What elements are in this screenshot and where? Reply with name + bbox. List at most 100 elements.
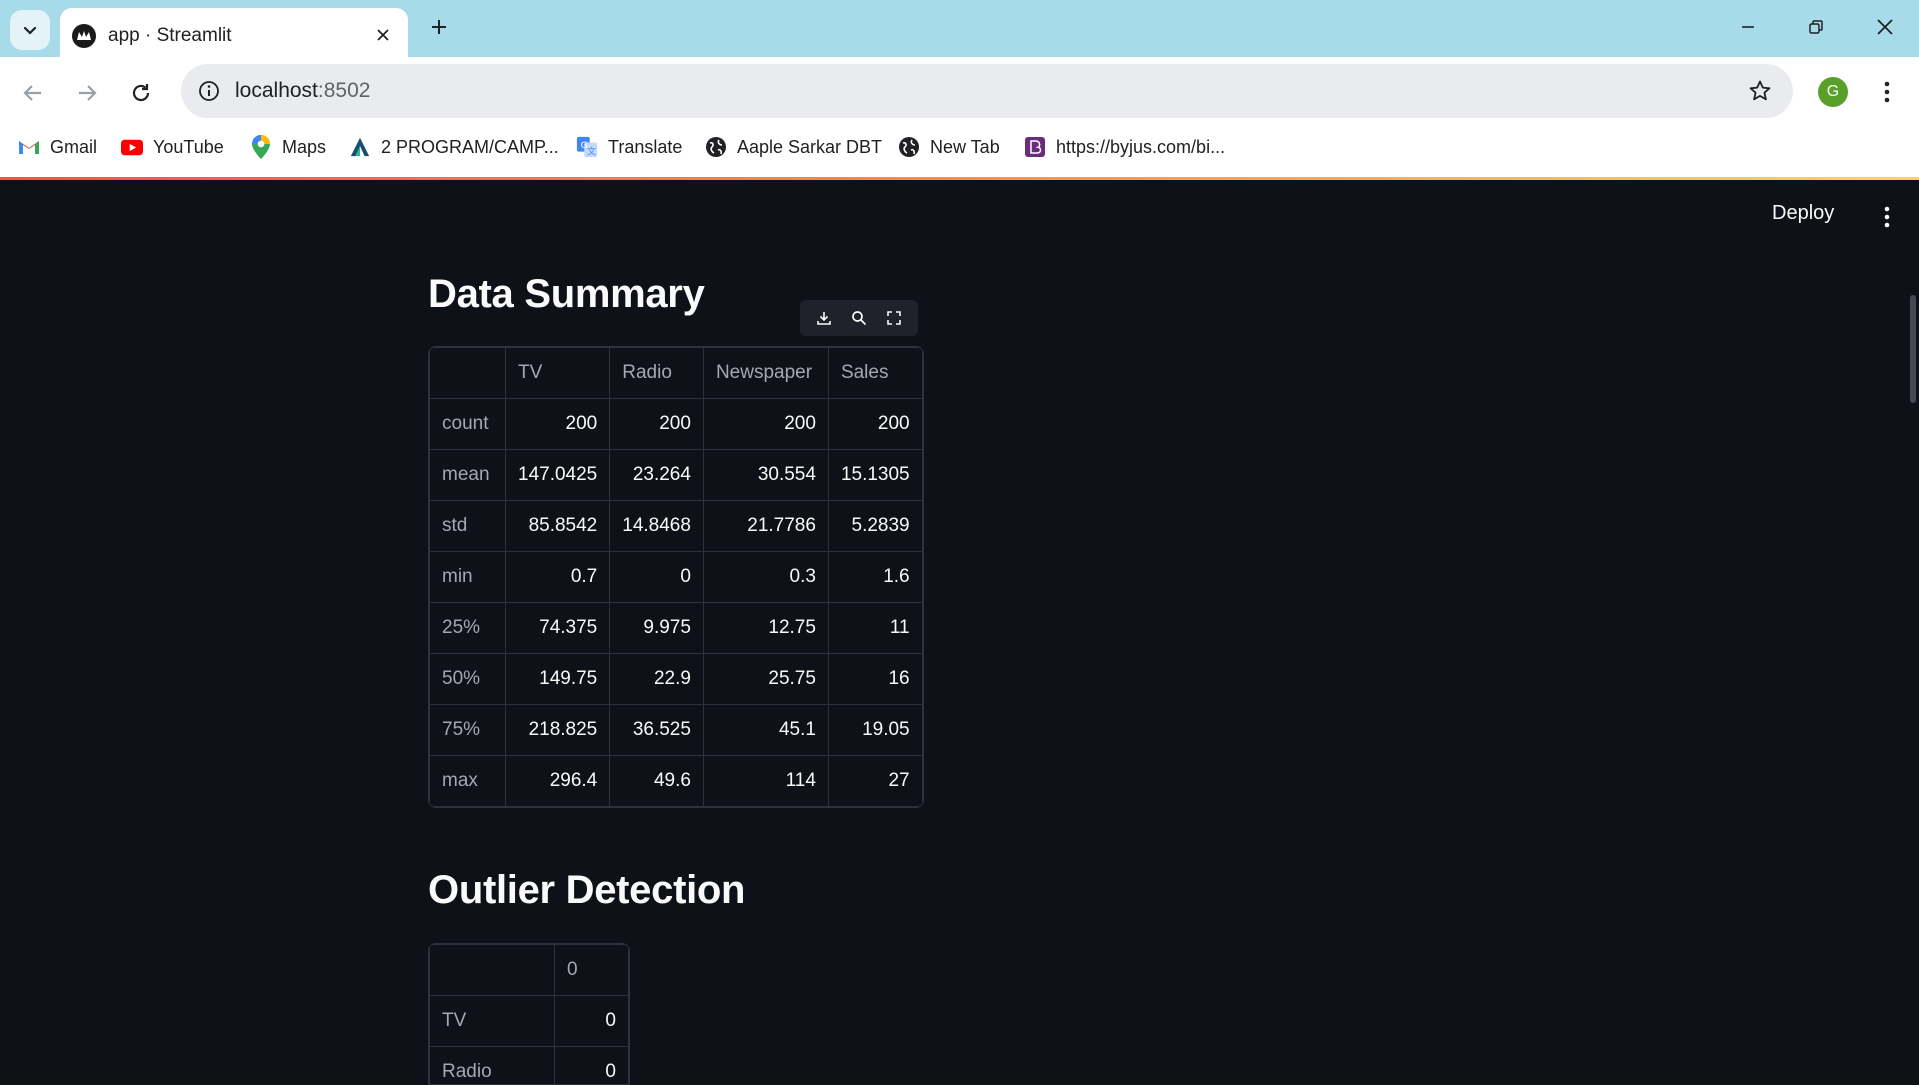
close-window-button[interactable] (1865, 10, 1905, 44)
column-header-tv[interactable]: TV (506, 348, 610, 399)
tab-search-button[interactable] (10, 10, 50, 50)
reload-button[interactable] (124, 76, 158, 110)
table-cell[interactable]: 85.8542 (506, 501, 610, 552)
table-cell[interactable]: 16 (828, 654, 922, 705)
bookmark-program-camp[interactable]: 2 PROGRAM/CAMP... (349, 127, 559, 167)
bookmark-maps[interactable]: Maps (250, 127, 326, 167)
table-cell[interactable]: 296.4 (506, 756, 610, 807)
table-cell[interactable]: 0 (555, 996, 629, 1047)
site-info-icon[interactable] (195, 77, 223, 105)
row-label[interactable]: max (430, 756, 506, 807)
browser-tab-active[interactable]: app · Streamlit (60, 8, 408, 57)
svg-text:文: 文 (587, 145, 596, 157)
table-row: TV0 (430, 996, 629, 1047)
table-cell[interactable]: 147.0425 (506, 450, 610, 501)
table-cell[interactable]: 9.975 (610, 603, 704, 654)
table-cell[interactable]: 45.1 (703, 705, 828, 756)
back-button[interactable] (16, 76, 50, 110)
table-cell[interactable]: 21.7786 (703, 501, 828, 552)
row-label[interactable]: std (430, 501, 506, 552)
outlier-dataframe[interactable]: 0 TV0 Radio0 (428, 943, 630, 1085)
table-cell[interactable]: 0.7 (506, 552, 610, 603)
index-header[interactable] (430, 945, 555, 996)
table-cell[interactable]: 14.8468 (610, 501, 704, 552)
profile-avatar[interactable]: G (1818, 77, 1848, 107)
row-label[interactable]: 50% (430, 654, 506, 705)
search-button[interactable] (845, 304, 873, 332)
download-icon (816, 310, 832, 326)
table-cell[interactable]: 19.05 (828, 705, 922, 756)
data-summary-heading: Data Summary (428, 272, 705, 317)
bookmark-translate[interactable]: G文 Translate (576, 127, 682, 167)
row-label[interactable]: count (430, 399, 506, 450)
address-bar[interactable]: localhost:8502 (181, 64, 1793, 118)
table-cell[interactable]: 149.75 (506, 654, 610, 705)
table-cell[interactable]: 1.6 (828, 552, 922, 603)
table-row: std85.854214.846821.77865.2839 (430, 501, 923, 552)
table-row: 75%218.82536.52545.119.05 (430, 705, 923, 756)
table-cell[interactable]: 12.75 (703, 603, 828, 654)
table-row: min0.700.31.6 (430, 552, 923, 603)
column-header-radio[interactable]: Radio (610, 348, 704, 399)
row-label[interactable]: Radio (430, 1047, 555, 1085)
row-label[interactable]: min (430, 552, 506, 603)
url-text[interactable]: localhost:8502 (235, 79, 370, 103)
row-label[interactable]: 75% (430, 705, 506, 756)
table-cell[interactable]: 218.825 (506, 705, 610, 756)
tab-close-icon[interactable] (370, 22, 396, 48)
table-cell[interactable]: 23.264 (610, 450, 704, 501)
row-label[interactable]: 25% (430, 603, 506, 654)
row-label[interactable]: TV (430, 996, 555, 1047)
bookmark-byjus[interactable]: https://byjus.com/bi... (1024, 127, 1225, 167)
app-main-menu-button[interactable] (1872, 200, 1902, 234)
table-cell[interactable]: 200 (506, 399, 610, 450)
table-cell[interactable]: 74.375 (506, 603, 610, 654)
table-cell[interactable]: 114 (703, 756, 828, 807)
data-summary-dataframe[interactable]: TV Radio Newspaper Sales count2002002002… (428, 346, 924, 808)
table-cell[interactable]: 0 (555, 1047, 629, 1085)
outlier-detection-heading: Outlier Detection (428, 868, 745, 913)
data-summary-table: TV Radio Newspaper Sales count2002002002… (429, 347, 923, 807)
table-row: 25%74.3759.97512.7511 (430, 603, 923, 654)
table-cell[interactable]: 22.9 (610, 654, 704, 705)
reload-icon (130, 82, 152, 104)
table-cell[interactable]: 30.554 (703, 450, 828, 501)
restore-window-button[interactable] (1796, 10, 1836, 44)
bookmark-star-icon[interactable] (1745, 76, 1775, 106)
table-cell[interactable]: 15.1305 (828, 450, 922, 501)
table-cell[interactable]: 5.2839 (828, 501, 922, 552)
column-header-0[interactable]: 0 (555, 945, 629, 996)
bookmark-gmail[interactable]: Gmail (18, 127, 97, 167)
maps-icon (250, 136, 272, 158)
browser-menu-button[interactable] (1872, 76, 1902, 108)
column-header-sales[interactable]: Sales (828, 348, 922, 399)
table-cell[interactable]: 200 (828, 399, 922, 450)
row-label[interactable]: mean (430, 450, 506, 501)
table-cell[interactable]: 200 (610, 399, 704, 450)
column-header-newspaper[interactable]: Newspaper (703, 348, 828, 399)
download-button[interactable] (810, 304, 838, 332)
table-cell[interactable]: 36.525 (610, 705, 704, 756)
table-cell[interactable]: 49.6 (610, 756, 704, 807)
table-cell[interactable]: 25.75 (703, 654, 828, 705)
index-header[interactable] (430, 348, 506, 399)
fullscreen-button[interactable] (880, 304, 908, 332)
bookmark-aaple-sarkar[interactable]: Aaple Sarkar DBT (705, 127, 882, 167)
deploy-button[interactable]: Deploy (1772, 202, 1834, 225)
table-cell[interactable]: 0.3 (703, 552, 828, 603)
streamlit-favicon-icon (72, 24, 96, 48)
forward-button[interactable] (70, 76, 104, 110)
table-header-row: 0 (430, 945, 629, 996)
table-cell[interactable]: 27 (828, 756, 922, 807)
bookmark-new-tab[interactable]: New Tab (898, 127, 1000, 167)
new-tab-button[interactable] (424, 12, 454, 42)
arrow-left-icon (22, 82, 44, 104)
table-cell[interactable]: 11 (828, 603, 922, 654)
page-scrollbar[interactable] (1910, 295, 1916, 403)
table-cell[interactable]: 200 (703, 399, 828, 450)
streamlit-app: Deploy Data Summary TV Radio Newspaper S… (0, 180, 1919, 1076)
table-cell[interactable]: 0 (610, 552, 704, 603)
bookmark-youtube[interactable]: YouTube (121, 127, 224, 167)
minimize-window-button[interactable] (1728, 10, 1768, 44)
chevron-down-icon (21, 21, 39, 39)
